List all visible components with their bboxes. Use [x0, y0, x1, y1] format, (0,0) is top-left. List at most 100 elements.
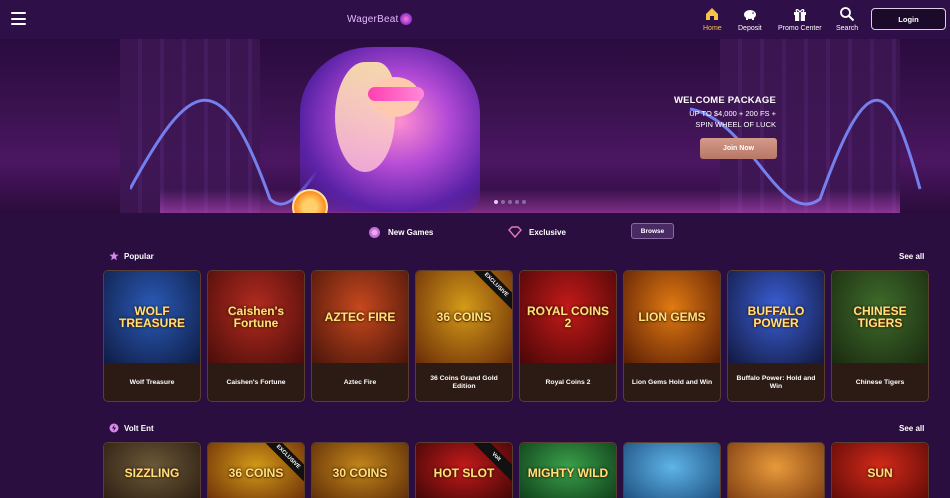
game-thumbnail: LION GEMS — [624, 271, 720, 363]
piggy-bank-icon — [743, 10, 756, 20]
popular-see-all-link[interactable]: See all — [899, 252, 924, 261]
game-art-title: Caishen's Fortune — [227, 304, 285, 330]
banner-line-1: UP TO $4,000 + 200 FS + — [689, 109, 776, 118]
game-card[interactable] — [623, 442, 721, 498]
star-icon — [109, 251, 119, 261]
logo[interactable]: WagerBeat — [347, 11, 413, 27]
game-art-title: CHINESE TIGERS — [853, 304, 907, 330]
new-games-icon — [369, 226, 380, 238]
hero-banner[interactable]: WELCOME PACKAGE UP TO $4,000 + 200 FS + … — [0, 39, 950, 213]
banner-hero-character — [300, 47, 480, 212]
game-art-title: ROYAL COINS 2 — [526, 304, 610, 330]
volt-games-row: SIZZLING 36 COINS EXCLUSIVE 30 COINS HOT SLO… — [103, 442, 929, 498]
section-volt-header: Volt Ent — [109, 423, 154, 433]
game-art-title: SUN — [867, 466, 893, 480]
game-name: Aztec Fire — [343, 378, 377, 386]
join-now-button[interactable]: Join Now — [700, 138, 777, 159]
login-button[interactable]: Login — [871, 8, 946, 30]
game-art-title: AZTEC FIRE — [324, 310, 396, 324]
carousel-dot[interactable] — [508, 200, 512, 204]
filter-exclusive-label: Exclusive — [529, 227, 566, 237]
nav-search[interactable]: Search — [836, 6, 858, 32]
game-card[interactable]: AZTEC FIRE Aztec Fire — [311, 270, 409, 402]
home-icon — [706, 8, 719, 20]
nav-promo-center[interactable]: Promo Center — [778, 6, 822, 32]
game-thumbnail: WOLF TREASURE — [104, 271, 200, 363]
section-popular-header: Popular — [109, 251, 154, 261]
carousel-dot[interactable] — [522, 200, 526, 204]
carousel-dot[interactable] — [494, 200, 498, 204]
game-card[interactable]: WOLF TREASURE Wolf Treasure — [103, 270, 201, 402]
carousel-dots — [494, 200, 526, 204]
nav-deposit-label: Deposit — [738, 25, 762, 32]
filter-exclusive[interactable]: Exclusive — [508, 224, 566, 240]
game-card[interactable]: HOT SLOT Volt — [415, 442, 513, 498]
game-card[interactable]: 30 COINS — [311, 442, 409, 498]
game-art-title: 36 COINS — [228, 466, 284, 480]
logo-badge-icon — [400, 13, 413, 25]
game-thumbnail — [624, 443, 720, 498]
logo-text: WagerBeat — [347, 13, 399, 25]
banner-title: WELCOME PACKAGE — [673, 95, 776, 106]
game-name: 36 Coins Grand Gold Edition — [430, 374, 498, 391]
game-card[interactable]: ROYAL COINS 2 Royal Coins 2 — [519, 270, 617, 402]
search-icon — [840, 7, 855, 22]
game-thumbnail: MIGHTY WILD — [520, 443, 616, 498]
game-name: Buffalo Power: Hold and Win — [736, 374, 816, 391]
game-card[interactable]: SIZZLING — [103, 442, 201, 498]
game-art-title: LION GEMS — [638, 310, 706, 324]
nav-search-label: Search — [836, 25, 859, 32]
game-card[interactable]: Caishen's Fortune Caishen's Fortune — [207, 270, 305, 402]
game-art-title: HOT SLOT — [433, 466, 495, 480]
game-thumbnail: CHINESE TIGERS — [832, 271, 928, 363]
nav-promo-center-label: Promo Center — [778, 25, 822, 32]
game-card[interactable]: 36 COINS EXCLUSIVE 36 Coins Grand Gold Edi… — [415, 270, 513, 402]
game-art-title: MIGHTY WILD — [527, 466, 609, 480]
game-card[interactable]: 36 COINS EXCLUSIVE — [207, 442, 305, 498]
game-thumbnail — [728, 443, 824, 498]
game-card[interactable] — [727, 442, 825, 498]
game-thumbnail: BUFFALO POWER — [728, 271, 824, 363]
filter-new-games[interactable]: New Games — [368, 224, 433, 240]
volt-see-all-link[interactable]: See all — [899, 424, 924, 433]
volt-icon — [109, 423, 119, 433]
game-name: Caishen's Fortune — [226, 378, 286, 386]
diamond-icon — [508, 226, 522, 238]
section-volt-title: Volt Ent — [124, 423, 154, 433]
game-name: Lion Gems Hold and Win — [631, 378, 713, 386]
game-name: Wolf Treasure — [129, 378, 175, 386]
game-thumbnail: Caishen's Fortune — [208, 271, 304, 363]
menu-icon[interactable] — [11, 12, 26, 25]
top-header: WagerBeat Home Deposit Promo Center Sear… — [0, 0, 950, 39]
game-art-title: BUFFALO POWER — [747, 304, 805, 330]
browse-button[interactable]: Browse — [631, 223, 674, 239]
nav-home[interactable]: Home — [703, 6, 722, 32]
carousel-dot[interactable] — [515, 200, 519, 204]
game-art-title: 30 COINS — [332, 466, 388, 480]
game-card[interactable]: SUN — [831, 442, 929, 498]
game-thumbnail: AZTEC FIRE — [312, 271, 408, 363]
neon-wave-icon — [130, 98, 922, 206]
game-card[interactable]: CHINESE TIGERS Chinese Tigers — [831, 270, 929, 402]
filter-new-games-label: New Games — [388, 227, 434, 237]
popular-games-row: WOLF TREASURE Wolf Treasure Caishen's Fort… — [103, 270, 929, 402]
game-name: Royal Coins 2 — [545, 378, 591, 386]
game-thumbnail: SIZZLING — [104, 443, 200, 498]
nav-home-label: Home — [703, 25, 722, 32]
game-art-title: SIZZLING — [124, 466, 180, 480]
game-art-title: WOLF TREASURE — [118, 304, 185, 330]
game-card[interactable]: LION GEMS Lion Gems Hold and Win — [623, 270, 721, 402]
banner-line-2: SPIN WHEEL OF LUCK — [695, 120, 776, 129]
game-name: Chinese Tigers — [855, 378, 905, 386]
game-thumbnail: SUN — [832, 443, 928, 498]
gift-icon — [793, 9, 806, 21]
carousel-dot[interactable] — [501, 200, 505, 204]
game-thumbnail: 30 COINS — [312, 443, 408, 498]
nav-deposit[interactable]: Deposit — [738, 6, 762, 32]
game-card[interactable]: BUFFALO POWER Buffalo Power: Hold and Win — [727, 270, 825, 402]
game-thumbnail: ROYAL COINS 2 — [520, 271, 616, 363]
banner-text: WELCOME PACKAGE UP TO $4,000 + 200 FS + … — [620, 95, 776, 130]
section-popular-title: Popular — [124, 251, 154, 261]
game-card[interactable]: MIGHTY WILD — [519, 442, 617, 498]
game-art-title: 36 COINS — [436, 310, 492, 324]
